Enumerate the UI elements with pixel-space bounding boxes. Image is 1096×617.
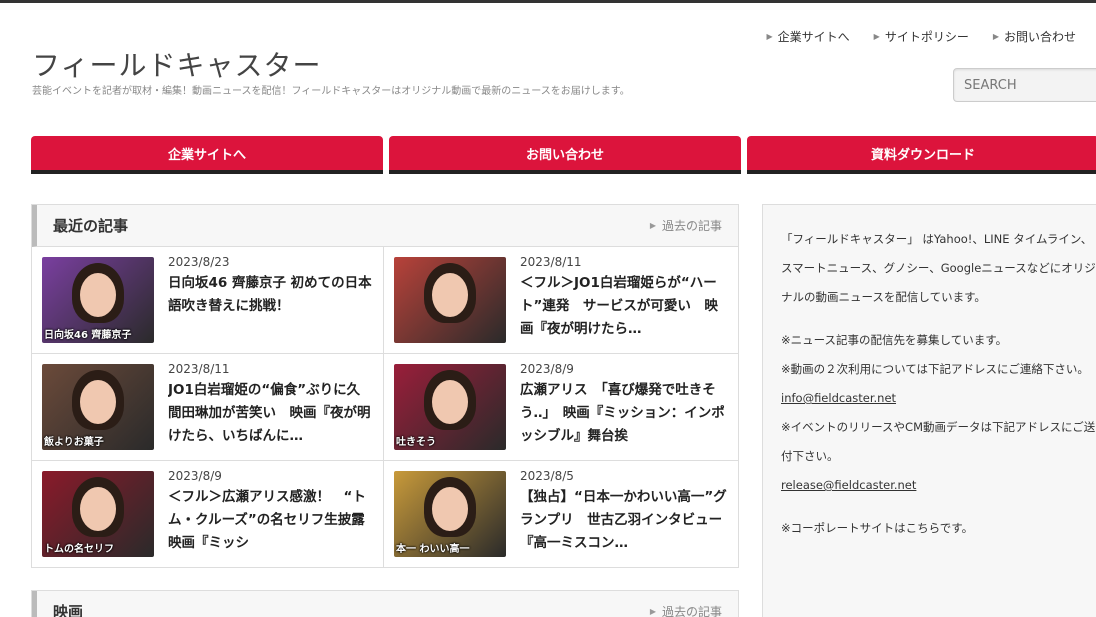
arrow-right-icon: ▶ [992, 32, 999, 41]
thumbnail-caption: 日向坂46 齊藤京子 [44, 330, 132, 341]
article-card[interactable]: 2023/8/11 ＜フル＞JO1白岩瑠姫らが“ハート”連発 サービスが可愛い 映… [384, 247, 738, 354]
article-thumbnail[interactable]: 吐きそう [394, 364, 506, 450]
search-input[interactable] [954, 69, 1096, 101]
article-card[interactable]: 日向坂46 齊藤京子 2023/8/23 日向坂46 齊藤京子 初めての日本語吹き替… [32, 247, 384, 354]
thumbnail-caption: 本一 わいい高一 [396, 544, 470, 555]
article-title[interactable]: 【独占】“日本一かわいい高一”グランプリ 世古乙羽インタビュー 『高一ミスコン… [520, 486, 728, 555]
article-card[interactable]: 吐きそう 2023/8/9 広瀬アリス 「喜び爆発で吐きそう‥」 映画『ミッション：… [384, 354, 738, 461]
article-title[interactable]: 広瀬アリス 「喜び爆発で吐きそう‥」 映画『ミッション：インポッシブル』舞台挨 [520, 379, 728, 448]
thumbnail-caption: 飯よりお菓子 [44, 437, 104, 448]
site-description: 芸能イベントを記者が取材・編集！動画ニュースを配信！フィールドキャスターはオリジ… [32, 86, 630, 97]
arrow-right-icon: ▶ [766, 32, 773, 41]
thumbnail-face [80, 380, 116, 424]
article-thumbnail[interactable]: トムの名セリフ [42, 471, 154, 557]
article-date: 2023/8/11 [168, 362, 230, 376]
article-thumbnail[interactable] [394, 257, 506, 343]
sidebar-intro: 「フィールドキャスター」 はYahoo!、LINE タイムライン、スマートニュー… [781, 232, 1096, 304]
nav-button-corporate[interactable]: 企業サイトへ [31, 136, 383, 174]
sidebar-corporate-note: ※コーポレートサイトはこちらです。 [781, 521, 974, 535]
article-thumbnail[interactable]: 飯よりお菓子 [42, 364, 154, 450]
past-articles-link[interactable]: ▶ 過去の記事 [650, 217, 722, 234]
article-date: 2023/8/9 [520, 362, 574, 376]
thumbnail-face [432, 273, 468, 317]
article-title[interactable]: ＜フル＞広瀬アリス感激！ “トム・クルーズ”の名セリフ生披露 映画『ミッシ [168, 486, 373, 555]
article-meta: 2023/8/23 日向坂46 齊藤京子 初めての日本語吹き替えに挑戦！ [154, 255, 383, 353]
section-header: 映画 ▶ 過去の記事 [32, 591, 738, 617]
search-box [953, 68, 1096, 102]
thumbnail-caption: 吐きそう [396, 437, 436, 448]
thumbnail-face [80, 487, 116, 531]
article-title[interactable]: ＜フル＞JO1白岩瑠姫らが“ハート”連発 サービスが可愛い 映画『夜が明けたら… [520, 272, 728, 341]
sidebar-info: 「フィールドキャスター」 はYahoo!、LINE タイムライン、スマートニュー… [762, 204, 1096, 617]
article-title[interactable]: 日向坂46 齊藤京子 初めての日本語吹き替えに挑戦！ [168, 272, 373, 318]
section-title: 最近の記事 [53, 217, 129, 235]
sidebar-secondary-use: ※動画の２次利用については下記アドレスにご連絡下さい。 [781, 362, 1089, 376]
article-thumbnail[interactable]: 本一 わいい高一 [394, 471, 506, 557]
nav-button-download[interactable]: 資料ダウンロード [747, 136, 1096, 174]
utility-link-corporate[interactable]: ▶ 企業サイトへ [766, 28, 849, 45]
article-meta: 2023/8/9 ＜フル＞広瀬アリス感激！ “トム・クルーズ”の名セリフ生披露 映… [154, 469, 383, 568]
article-meta: 2023/8/11 ＜フル＞JO1白岩瑠姫らが“ハート”連発 サービスが可愛い 映… [506, 255, 738, 353]
utility-link-contact[interactable]: ▶ お問い合わせ [993, 28, 1076, 45]
article-date: 2023/8/11 [520, 255, 582, 269]
thumbnail-face [432, 380, 468, 424]
sidebar-recruit: ※ニュース記事の配信先を募集しています。 [781, 333, 1008, 347]
article-thumbnail[interactable]: 日向坂46 齊藤京子 [42, 257, 154, 343]
arrow-right-icon: ▶ [649, 221, 656, 230]
article-meta: 2023/8/5 【独占】“日本一かわいい高一”グランプリ 世古乙羽インタビュー … [506, 469, 738, 568]
release-email-link[interactable]: release@fieldcaster.net [781, 471, 1096, 500]
past-articles-label: 過去の記事 [661, 605, 722, 617]
nav-button-contact[interactable]: お問い合わせ [389, 136, 741, 174]
section-header: 最近の記事 ▶ 過去の記事 [32, 205, 738, 247]
thumbnail-caption: トムの名セリフ [44, 544, 114, 555]
article-title[interactable]: JO1白岩瑠姫の“偏食”ぶりに久間田琳加が苦笑い 映画『夜が明けたら、いちばんに… [168, 379, 373, 448]
article-date: 2023/8/5 [520, 469, 574, 483]
utility-link-label: お問い合わせ [1003, 30, 1076, 44]
article-card[interactable]: 本一 わいい高一 2023/8/5 【独占】“日本一かわいい高一”グランプリ 世古乙… [384, 461, 738, 568]
site-title[interactable]: フィールドキャスター [32, 44, 321, 84]
top-border [0, 0, 1096, 3]
article-date: 2023/8/9 [168, 469, 222, 483]
utility-link-label: サイトポリシー [884, 30, 969, 44]
past-articles-label: 過去の記事 [661, 219, 722, 233]
thumbnail-face [80, 273, 116, 317]
info-email-link[interactable]: info@fieldcaster.net [781, 384, 1096, 413]
arrow-right-icon: ▶ [873, 32, 880, 41]
article-date: 2023/8/23 [168, 255, 230, 269]
article-card[interactable]: トムの名セリフ 2023/8/9 ＜フル＞広瀬アリス感激！ “トム・クルーズ”の名セ… [32, 461, 384, 568]
utility-link-policy[interactable]: ▶ サイトポリシー [874, 28, 969, 45]
past-articles-link[interactable]: ▶ 過去の記事 [650, 603, 722, 617]
recent-articles-section: 最近の記事 ▶ 過去の記事 日向坂46 齊藤京子 2023/8/23 日向坂46 齊藤… [31, 204, 739, 568]
utility-link-label: 企業サイトへ [777, 30, 850, 44]
article-grid: 日向坂46 齊藤京子 2023/8/23 日向坂46 齊藤京子 初めての日本語吹き替… [32, 247, 738, 568]
article-meta: 2023/8/11 JO1白岩瑠姫の“偏食”ぶりに久間田琳加が苦笑い 映画『夜が明… [154, 362, 383, 460]
main-nav: 企業サイトへ お問い合わせ 資料ダウンロード [31, 136, 1096, 174]
utility-nav: ▶ 企業サイトへ ▶ サイトポリシー ▶ お問い合わせ [766, 28, 1076, 45]
sidebar-release-note: ※イベントのリリースやCM動画データは下記アドレスにご送付下さい。 [781, 420, 1096, 463]
article-meta: 2023/8/9 広瀬アリス 「喜び爆発で吐きそう‥」 映画『ミッション：インポッ… [506, 362, 738, 460]
article-card[interactable]: 飯よりお菓子 2023/8/11 JO1白岩瑠姫の“偏食”ぶりに久間田琳加が苦笑い … [32, 354, 384, 461]
movie-section: 映画 ▶ 過去の記事 [31, 590, 739, 617]
arrow-right-icon: ▶ [649, 607, 656, 616]
thumbnail-face [432, 487, 468, 531]
section-title: 映画 [53, 603, 84, 617]
